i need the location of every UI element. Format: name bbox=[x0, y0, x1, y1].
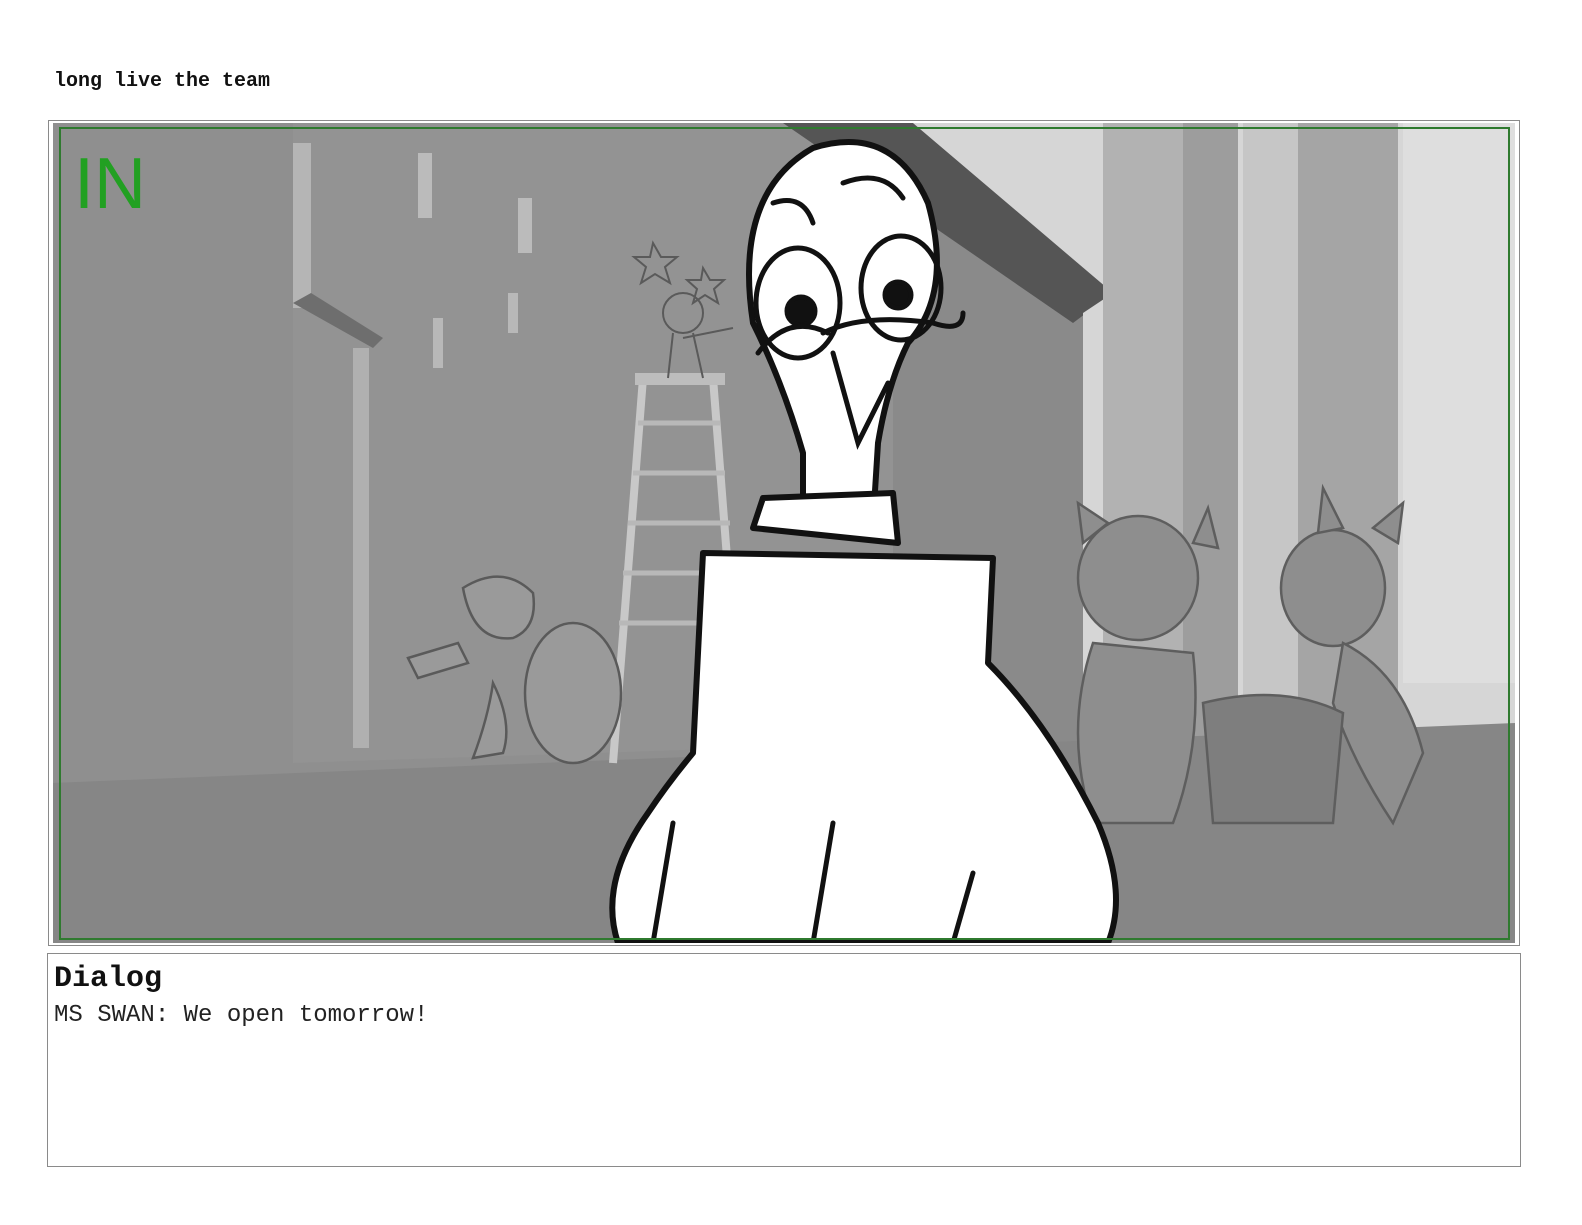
dialog-box: Dialog MS SWAN: We open tomorrow! bbox=[47, 953, 1521, 1167]
page-title: long live the team bbox=[54, 70, 271, 93]
dialog-text: MS SWAN: We open tomorrow! bbox=[54, 1002, 429, 1029]
storyboard-sketch-image bbox=[53, 123, 1515, 943]
transition-label: IN bbox=[74, 144, 146, 224]
dialog-heading: Dialog bbox=[54, 962, 163, 996]
